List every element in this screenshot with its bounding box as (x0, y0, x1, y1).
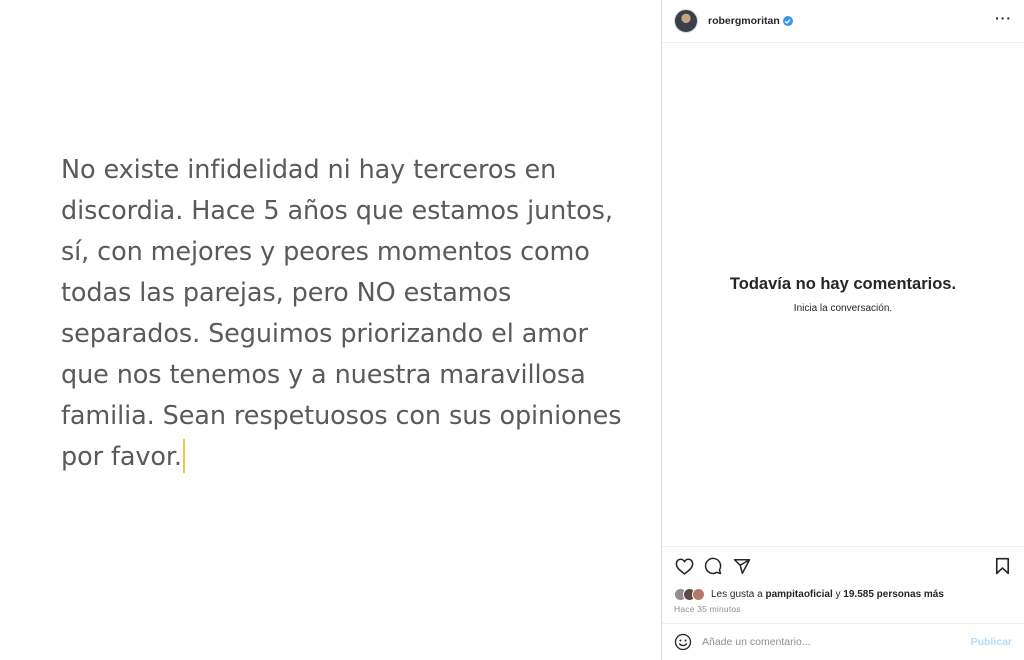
more-options-icon[interactable]: ··· (995, 11, 1012, 31)
post-text-last-line: por favor. (61, 437, 621, 478)
post-actions-section: Les gusta a pampitaoficial y 19.585 pers… (662, 546, 1024, 614)
liker-username-link[interactable]: pampitaoficial (765, 589, 832, 600)
likes-count-link[interactable]: 19.585 personas más (843, 589, 944, 600)
share-icon[interactable] (732, 556, 752, 576)
post-timestamp[interactable]: Hace 35 minutos (662, 602, 1024, 614)
post-text-line: No existe infidelidad ni hay terceros en (61, 155, 557, 185)
post-text-line: por favor. (61, 442, 182, 472)
empty-comments-title: Todavía no hay comentarios. (729, 275, 957, 293)
empty-comments-subtitle: Inicia la conversación. (793, 303, 893, 314)
action-bar (662, 547, 1024, 585)
avatar[interactable] (674, 9, 698, 33)
post-text-line: sí, con mejores y peores momentos como (61, 237, 590, 267)
likes-prefix: Les gusta a (711, 588, 766, 600)
post-text-line: todas las parejas, pero NO estamos (61, 278, 512, 308)
post-image: No existe infidelidad ni hay terceros en… (0, 0, 661, 660)
publish-button[interactable]: Publicar (971, 636, 1012, 648)
post-text-line: separados. Seguimos priorizando el amor (61, 319, 588, 349)
heart-icon[interactable] (674, 556, 694, 576)
post-text-line: discordia. Hace 5 años que estamos junto… (61, 196, 613, 226)
likes-text: Les gusta a pampitaoficial y 19.585 pers… (711, 589, 944, 600)
likes-connector: y (832, 588, 844, 600)
post-text-line: familia. Sean respetuosos con sus opinio… (61, 401, 622, 431)
liker-avatar (692, 587, 705, 601)
bookmark-icon[interactable] (992, 556, 1012, 576)
text-caret (182, 439, 186, 473)
liker-avatars[interactable] (674, 587, 705, 601)
username-link[interactable]: robergmoritan (708, 15, 780, 27)
post-header: robergmoritan ··· (662, 0, 1024, 43)
comment-input[interactable] (702, 636, 971, 648)
comment-icon[interactable] (703, 556, 723, 576)
comment-box: Publicar (662, 623, 1024, 660)
verified-badge-icon (782, 16, 793, 26)
likes-row: Les gusta a pampitaoficial y 19.585 pers… (662, 586, 1024, 602)
post-sidebar: robergmoritan ··· Todavía no hay comenta… (661, 0, 1024, 660)
post-text-line: que nos tenemos y a nuestra maravillosa (61, 360, 586, 390)
post-text: No existe infidelidad ni hay terceros en… (61, 150, 622, 478)
emoji-icon[interactable] (674, 633, 692, 651)
comments-area: Todavía no hay comentarios. Inicia la co… (662, 43, 1024, 546)
